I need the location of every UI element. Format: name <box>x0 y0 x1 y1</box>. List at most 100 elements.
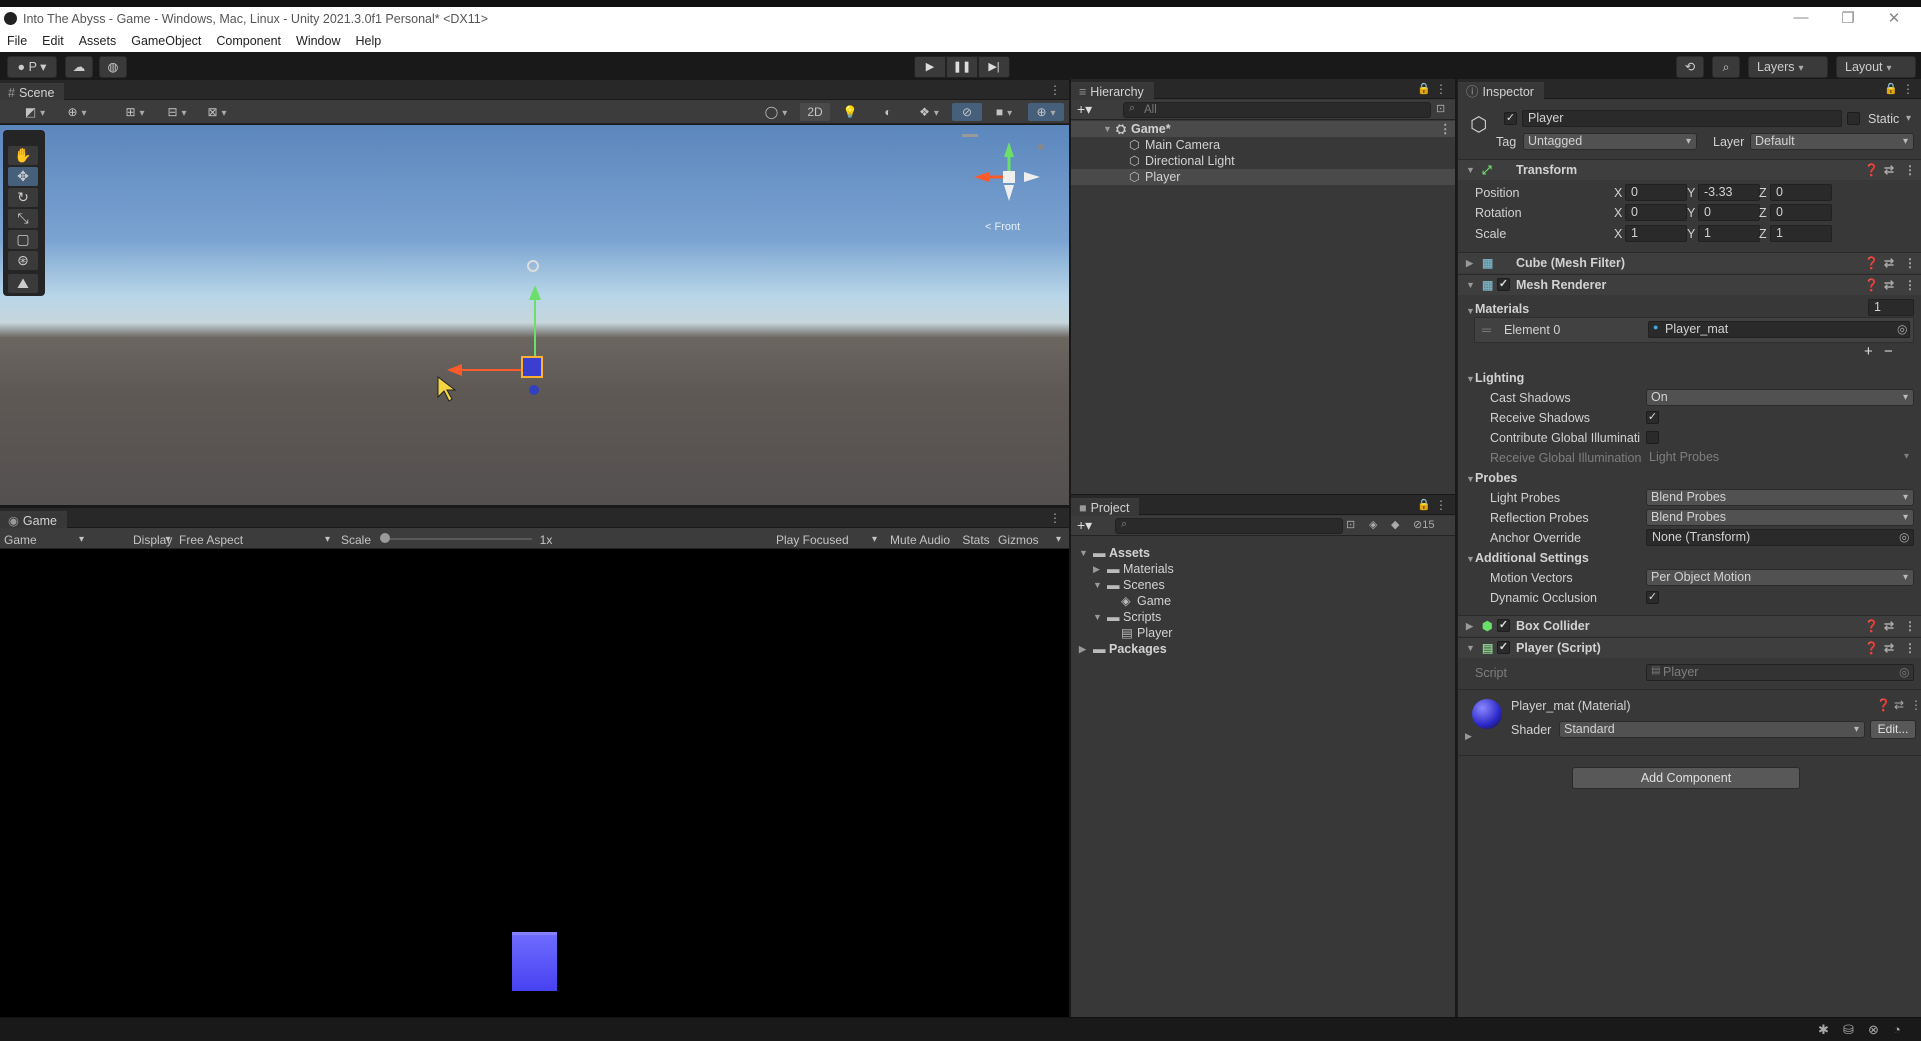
menu-assets[interactable]: Assets <box>70 31 123 48</box>
object-picker-icon[interactable]: ◎ <box>1897 322 1907 336</box>
additional-collapse-icon[interactable]: ▼ <box>1466 554 1475 564</box>
component-menu-icon[interactable]: ⋮ <box>1904 163 1916 177</box>
draw-mode-dropdown[interactable]: ◩ <box>18 103 52 121</box>
collapse-arrow-icon[interactable]: ▼ <box>1466 280 1475 290</box>
help-icon[interactable]: ❓ <box>1864 619 1879 633</box>
collapse-arrow-icon[interactable]: ▼ <box>1466 643 1475 653</box>
gizmos-dropdown[interactable]: ⊕ <box>1028 103 1064 121</box>
game-mode-dropdown[interactable]: Game ▾ <box>4 531 88 549</box>
mesh-filter-header[interactable]: ▶ ▦ Cube (Mesh Filter) ❓ ⇄ ⋮ <box>1458 252 1921 273</box>
probes-collapse-icon[interactable]: ▼ <box>1466 474 1475 484</box>
effects-dropdown[interactable]: ❖ <box>910 103 948 121</box>
project-item-scenes[interactable]: ▼ ▬ Scenes <box>1071 577 1455 593</box>
position-z-field[interactable]: 0 <box>1770 184 1832 201</box>
cast-shadows-dropdown[interactable]: On <box>1646 389 1914 406</box>
help-icon[interactable]: ❓ <box>1864 641 1879 655</box>
menu-help[interactable]: Help <box>346 31 387 48</box>
player-script-header[interactable]: ▼ ▤ ✓ Player (Script) ❓ ⇄ ⋮ <box>1458 637 1921 658</box>
rotation-x-field[interactable]: 0 <box>1625 204 1687 221</box>
grid-snap-dropdown[interactable]: ⊞ <box>118 103 152 121</box>
close-button[interactable]: ✕ <box>1874 9 1914 31</box>
lock-icon[interactable]: 🔒 <box>1884 82 1898 95</box>
component-menu-icon[interactable]: ⋮ <box>1904 619 1916 633</box>
component-menu-icon[interactable]: ⋮ <box>1904 256 1916 270</box>
preset-icon[interactable]: ⇄ <box>1884 278 1894 292</box>
help-icon[interactable]: ❓ <box>1864 163 1879 177</box>
anchor-override-field[interactable]: None (Transform) <box>1646 529 1914 546</box>
menu-component[interactable]: Component <box>207 31 287 48</box>
tab-project[interactable]: ■ Project <box>1071 498 1140 517</box>
hierarchy-item-directional-light[interactable]: ⬡ Directional Light <box>1071 153 1455 169</box>
shading-dropdown[interactable]: ◯ <box>758 103 794 121</box>
global-toggle-dropdown[interactable]: ⊕ <box>60 103 94 121</box>
object-picker-icon[interactable]: ◎ <box>1899 530 1909 544</box>
orientation-gizmo[interactable] <box>962 134 1044 201</box>
static-checkbox[interactable] <box>1847 112 1860 125</box>
hierarchy-item-player[interactable]: ⬡ Player <box>1071 169 1455 185</box>
preset-icon[interactable]: ⇄ <box>1884 619 1894 633</box>
layer-dropdown[interactable]: Default <box>1750 133 1914 150</box>
mute-audio-button[interactable]: Mute Audio <box>886 531 954 549</box>
box-collider-enabled-checkbox[interactable]: ✓ <box>1497 619 1510 632</box>
mesh-renderer-header[interactable]: ▼ ▦ ✓ Mesh Renderer ❓ ⇄ ⋮ <box>1458 274 1921 295</box>
receive-shadows-checkbox[interactable]: ✓ <box>1646 411 1659 424</box>
grid-plane-dropdown[interactable]: ⊠ <box>200 103 234 121</box>
rect-tool-button[interactable]: ▢ <box>8 230 38 249</box>
history-button[interactable]: ⟲ <box>1676 56 1704 78</box>
active-checkbox[interactable]: ✓ <box>1504 112 1517 125</box>
network-icon[interactable]: ⊗ <box>1868 1022 1879 1038</box>
expand-arrow-icon[interactable]: ▶ <box>1466 621 1473 632</box>
account-dropdown[interactable]: ● P ▾ <box>7 56 57 78</box>
preset-icon[interactable]: ⇄ <box>1884 256 1894 270</box>
material-expand-icon[interactable]: ▶ <box>1465 731 1472 742</box>
audio-toggle[interactable]: ◐ <box>874 103 902 121</box>
component-menu-icon[interactable]: ⋮ <box>1910 698 1921 712</box>
rotation-y-field[interactable]: 0 <box>1698 204 1760 221</box>
motion-vectors-dropdown[interactable]: Per Object Motion <box>1646 569 1914 586</box>
drag-handle-icon[interactable]: ═ <box>1482 322 1491 338</box>
tag-dropdown[interactable]: Untagged <box>1523 133 1697 150</box>
custom-tool-button[interactable]: ⛰ <box>8 274 38 293</box>
scale-y-field[interactable]: 1 <box>1698 225 1760 242</box>
favorite-icon[interactable]: ◆ <box>1391 518 1399 531</box>
position-x-field[interactable]: 0 <box>1625 184 1687 201</box>
expand-arrow-icon[interactable]: ▼ <box>1103 121 1112 137</box>
lighting-collapse-icon[interactable]: ▼ <box>1466 374 1475 384</box>
player-script-enabled-checkbox[interactable]: ✓ <box>1497 641 1510 654</box>
materials-count-field[interactable]: 1 <box>1868 299 1914 316</box>
z-axis-handle[interactable] <box>529 385 539 395</box>
help-icon[interactable]: ❓ <box>1864 256 1879 270</box>
search-by-label-icon[interactable]: ◈ <box>1369 518 1377 531</box>
scene-row[interactable]: ▼ ⛭ Game* ⋮ <box>1071 121 1455 137</box>
scene-row-menu-icon[interactable]: ⋮ <box>1439 121 1452 137</box>
edit-shader-button[interactable]: Edit... <box>1870 720 1916 739</box>
menu-window[interactable]: Window <box>287 31 346 48</box>
layers-dropdown[interactable]: Layers <box>1748 56 1828 78</box>
step-button[interactable]: ▶| <box>978 56 1010 78</box>
expand-arrow-icon[interactable]: ▼ <box>1093 577 1102 593</box>
scale-x-field[interactable]: 1 <box>1625 225 1687 242</box>
toggle-2d-button[interactable]: 2D <box>800 103 830 121</box>
hidden-packages-toggle[interactable]: ⊘15 <box>1413 518 1434 531</box>
play-button[interactable]: ▶ <box>914 56 946 78</box>
scene-menu-icon[interactable]: ⋮ <box>1049 83 1061 97</box>
layout-dropdown[interactable]: Layout <box>1836 56 1916 78</box>
move-tool-button[interactable]: ✥ <box>8 167 38 186</box>
preset-icon[interactable]: ⇄ <box>1884 163 1894 177</box>
project-item-materials[interactable]: ▶ ▬ Materials <box>1071 561 1455 577</box>
tab-hierarchy[interactable]: ≡ Hierarchy <box>1071 82 1154 101</box>
shader-dropdown[interactable]: Standard <box>1559 721 1865 738</box>
transform-header[interactable]: ▼ ⤢ Transform ❓ ⇄ ⋮ <box>1458 159 1921 180</box>
project-item-packages[interactable]: ▶ ▬ Packages <box>1071 641 1455 657</box>
x-arrow-icon[interactable] <box>447 364 462 376</box>
project-item-scripts[interactable]: ▼ ▬ Scripts <box>1071 609 1455 625</box>
add-component-button[interactable]: Add Component <box>1572 767 1800 789</box>
element-0-field[interactable]: Player_mat <box>1648 321 1910 338</box>
position-y-field[interactable]: -3.33 <box>1698 184 1760 201</box>
lighting-toggle[interactable]: 💡 <box>836 103 864 121</box>
scene-visibility-icon[interactable]: ⊡ <box>1436 102 1445 115</box>
game-menu-icon[interactable]: ⋮ <box>1049 511 1061 525</box>
help-icon[interactable]: ❓ <box>1864 278 1879 292</box>
project-item-game[interactable]: ◈ Game <box>1071 593 1455 609</box>
contribute-gi-checkbox[interactable] <box>1646 431 1659 444</box>
